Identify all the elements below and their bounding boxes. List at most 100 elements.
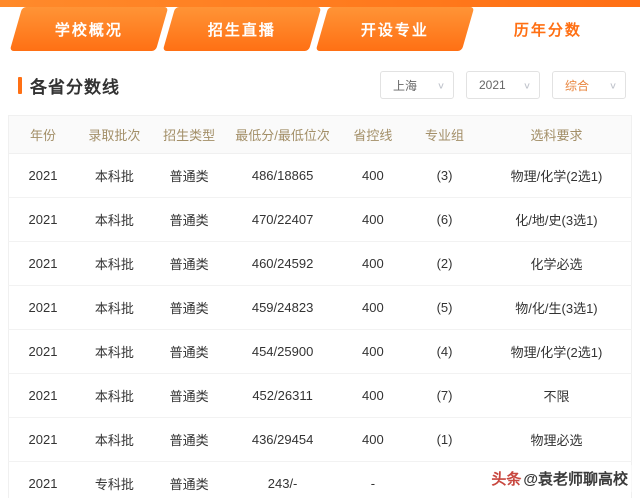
table-row: 2021本科批普通类470/22407400(6)化/地/史(3选1) <box>9 198 632 242</box>
table-cell: 普通类 <box>152 154 227 198</box>
table-cell: 本科批 <box>77 154 152 198</box>
chevron-down-icon: ∨ <box>609 80 617 90</box>
scores-table: 年份 录取批次 招生类型 最低分/最低位次 省控线 专业组 选科要求 2021本… <box>8 115 632 498</box>
table-cell: (3) <box>407 154 482 198</box>
col-header-province-control-line: 省控线 <box>339 116 408 154</box>
section-title-wrap: 各省分数线 <box>18 73 120 98</box>
table-cell: 459/24823 <box>227 286 339 330</box>
subject-type-select[interactable]: 综合 ∨ <box>552 71 626 99</box>
table-cell: 400 <box>339 286 408 330</box>
table-cell: 400 <box>339 330 408 374</box>
year-select-value: 2021 <box>479 78 506 92</box>
table-cell: 普通类 <box>152 418 227 462</box>
table-row: 2021本科批普通类460/24592400(2)化学必选 <box>9 242 632 286</box>
table-cell: 400 <box>339 242 408 286</box>
table-cell: 物理/化学(2选1) <box>482 154 632 198</box>
table-cell: (4) <box>407 330 482 374</box>
province-select-value: 上海 <box>393 77 417 94</box>
table-cell: (1) <box>407 418 482 462</box>
table-row: 2021本科批普通类459/24823400(5)物/化/生(3选1) <box>9 286 632 330</box>
table-cell: 普通类 <box>152 286 227 330</box>
table-cell: (7) <box>407 374 482 418</box>
chevron-down-icon: ∨ <box>437 80 445 90</box>
table-cell: 物理必选 <box>482 418 632 462</box>
table-cell: 不限 <box>482 374 632 418</box>
subject-type-select-value: 综合 <box>565 77 589 94</box>
table-row: 2021本科批普通类452/26311400(7)不限 <box>9 374 632 418</box>
section-header: 各省分数线 上海 ∨ 2021 ∨ 综合 ∨ <box>0 51 640 115</box>
table-cell: 2021 <box>9 286 78 330</box>
table-cell: 普通类 <box>152 198 227 242</box>
tab-label: 开设专业 <box>361 19 429 40</box>
filter-group: 上海 ∨ 2021 ∨ 综合 ∨ <box>380 71 626 99</box>
table-row: 2021本科批普通类454/25900400(4)物理/化学(2选1) <box>9 330 632 374</box>
table-cell: 400 <box>339 418 408 462</box>
table-cell: 2021 <box>9 462 78 498</box>
tab-label: 学校概况 <box>55 19 123 40</box>
table-cell: 2021 <box>9 418 78 462</box>
scores-table-wrap: 年份 录取批次 招生类型 最低分/最低位次 省控线 专业组 选科要求 2021本… <box>0 115 640 498</box>
watermark-handle: @袁老师聊高校 <box>523 471 628 488</box>
table-cell: 2021 <box>9 154 78 198</box>
col-header-admission-batch: 录取批次 <box>77 116 152 154</box>
table-cell: 普通类 <box>152 330 227 374</box>
col-header-subject-requirements: 选科要求 <box>482 116 632 154</box>
table-cell: 400 <box>339 374 408 418</box>
tab-historical-scores[interactable]: 历年分数 <box>469 7 628 51</box>
table-cell: 普通类 <box>152 374 227 418</box>
table-cell: 2021 <box>9 374 78 418</box>
table-cell: - <box>339 462 408 498</box>
watermark: 头条@袁老师聊高校 <box>485 465 634 492</box>
table-cell: 物/化/生(3选1) <box>482 286 632 330</box>
table-cell: 243/- <box>227 462 339 498</box>
table-cell: 化学必选 <box>482 242 632 286</box>
table-cell: 本科批 <box>77 286 152 330</box>
table-cell: 486/18865 <box>227 154 339 198</box>
table-cell: 400 <box>339 198 408 242</box>
col-header-min-score-rank: 最低分/最低位次 <box>227 116 339 154</box>
table-cell: 普通类 <box>152 242 227 286</box>
tab-admission-live[interactable]: 招生直播 <box>163 7 322 51</box>
table-cell: 专科批 <box>77 462 152 498</box>
table-cell: 物理/化学(2选1) <box>482 330 632 374</box>
table-cell: 2021 <box>9 198 78 242</box>
table-cell: 本科批 <box>77 242 152 286</box>
col-header-year: 年份 <box>9 116 78 154</box>
top-accent-bar <box>0 0 640 7</box>
province-select[interactable]: 上海 ∨ <box>380 71 454 99</box>
table-cell: 本科批 <box>77 198 152 242</box>
year-select[interactable]: 2021 ∨ <box>466 71 540 99</box>
title-accent-bar <box>18 77 22 94</box>
tab-bar: 学校概况 招生直播 开设专业 历年分数 <box>0 7 640 51</box>
table-row: 2021本科批普通类486/18865400(3)物理/化学(2选1) <box>9 154 632 198</box>
tab-majors-offered[interactable]: 开设专业 <box>316 7 475 51</box>
table-cell: 436/29454 <box>227 418 339 462</box>
table-cell: 普通类 <box>152 462 227 498</box>
table-cell: 本科批 <box>77 330 152 374</box>
table-cell: 400 <box>339 154 408 198</box>
table-header-row: 年份 录取批次 招生类型 最低分/最低位次 省控线 专业组 选科要求 <box>9 116 632 154</box>
col-header-major-group: 专业组 <box>407 116 482 154</box>
table-cell: 化/地/史(3选1) <box>482 198 632 242</box>
table-cell: 2021 <box>9 242 78 286</box>
section-title: 各省分数线 <box>30 73 120 98</box>
table-cell: (5) <box>407 286 482 330</box>
table-cell: 2021 <box>9 330 78 374</box>
table-cell: 470/22407 <box>227 198 339 242</box>
tab-school-overview[interactable]: 学校概况 <box>10 7 169 51</box>
table-cell: (2) <box>407 242 482 286</box>
tab-label: 历年分数 <box>514 19 582 40</box>
col-header-admission-type: 招生类型 <box>152 116 227 154</box>
table-cell: 460/24592 <box>227 242 339 286</box>
table-cell: 452/26311 <box>227 374 339 418</box>
table-cell <box>407 462 482 498</box>
table-cell: (6) <box>407 198 482 242</box>
tab-label: 招生直播 <box>208 19 276 40</box>
chevron-down-icon: ∨ <box>523 80 531 90</box>
table-body: 2021本科批普通类486/18865400(3)物理/化学(2选1)2021本… <box>9 154 632 498</box>
table-cell: 454/25900 <box>227 330 339 374</box>
watermark-brand: 头条 <box>491 471 521 488</box>
table-cell: 本科批 <box>77 374 152 418</box>
table-cell: 本科批 <box>77 418 152 462</box>
table-row: 2021本科批普通类436/29454400(1)物理必选 <box>9 418 632 462</box>
